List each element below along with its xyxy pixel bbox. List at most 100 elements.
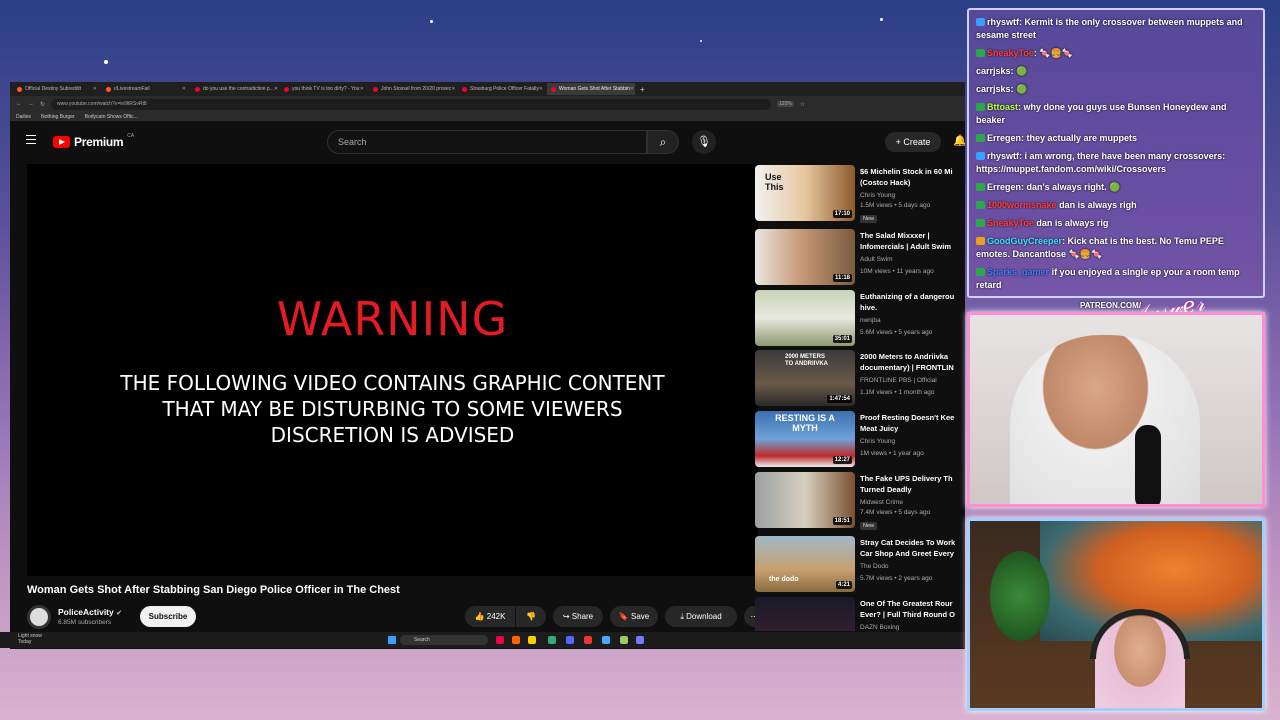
youtube-header: Premium CA Search ⌕ 🎙 + Create 🔔: [10, 124, 965, 160]
weather-widget[interactable]: Light snow Today: [18, 633, 42, 645]
taskbar-app-icon[interactable]: [636, 636, 644, 644]
forward-icon[interactable]: →: [28, 101, 34, 107]
browser-tab[interactable]: do you use the contradiction p... ✕: [191, 83, 279, 95]
channel-name[interactable]: nwnjba: [860, 317, 881, 324]
browser-tab[interactable]: Official Destiny Subreddit ✕: [13, 83, 101, 95]
youtube-logo[interactable]: Premium CA: [53, 133, 134, 149]
video-meta: 7.4M views • 5 days ago: [860, 509, 931, 516]
windows-start-icon[interactable]: [388, 636, 396, 644]
video-thumbnail[interactable]: the dodo 4:21: [755, 536, 855, 592]
video-duration: 4:21: [835, 581, 852, 589]
channel-name[interactable]: Chris Young: [860, 192, 895, 199]
browser-tab[interactable]: r/LivestreamFail ✕: [102, 83, 190, 95]
subscriber-badge-icon: [976, 134, 985, 142]
chat-username: carrjsks: [976, 66, 1011, 76]
search-icon[interactable]: ⌕: [647, 130, 679, 154]
video-thumbnail[interactable]: 2000 METERS TO ANDRIIVKA 1:47:54: [755, 350, 855, 406]
zoom-indicator[interactable]: 120%: [777, 101, 794, 107]
taskbar-app-icon[interactable]: [512, 636, 520, 644]
subscribe-button[interactable]: Subscribe: [140, 606, 196, 627]
verified-icon: ✔: [116, 610, 122, 617]
video-thumbnail[interactable]: 11:18: [755, 229, 855, 285]
video-thumbnail[interactable]: Use This 17:10: [755, 165, 855, 221]
bell-icon[interactable]: 🔔: [953, 134, 965, 147]
thumbs-down-icon: 👎: [526, 612, 536, 621]
channel-name[interactable]: Adult Swim: [860, 256, 893, 263]
stream-chat: rhyswtf: Kermit is the only crossover be…: [967, 8, 1265, 298]
tab-bar: Official Destiny Subreddit ✕ r/Livestream…: [10, 82, 965, 96]
download-icon: ⤓: [680, 612, 684, 621]
mic-icon[interactable]: 🎙: [692, 130, 716, 154]
taskbar-app-icon[interactable]: [548, 636, 556, 644]
download-button[interactable]: ⤓ Download: [665, 606, 737, 627]
chat-message: carrjsks: 🟢: [976, 66, 1028, 76]
reload-icon[interactable]: ↻: [40, 101, 45, 108]
video-title: The Fake UPS Delivery Th Turned Deadly: [860, 474, 953, 494]
bookmarks-bar: Dailies Nothing Burger Bodycam Shows Off…: [10, 112, 965, 122]
video-title: Stray Cat Decides To Work Car Shop And Gr…: [860, 538, 956, 558]
new-badge: New: [860, 215, 878, 223]
dislike-button[interactable]: 👎: [516, 606, 546, 627]
taskbar-app-icon[interactable]: [602, 636, 610, 644]
channel-name[interactable]: PoliceActivity ✔: [58, 607, 122, 617]
new-badge: New: [860, 522, 878, 530]
taskbar-app-icon[interactable]: [566, 636, 574, 644]
video-title: Woman Gets Shot After Stabbing San Diego…: [27, 584, 400, 596]
star-icon[interactable]: ☆: [800, 101, 805, 108]
chat-message: rhyswtf: i am wrong, there have been man…: [976, 151, 1226, 174]
video-duration: 18:51: [832, 517, 852, 525]
video-meta: 1.1M views • 1 month ago: [860, 389, 935, 396]
video-thumbnail[interactable]: 18:51: [755, 472, 855, 528]
youtube-play-icon: [53, 136, 70, 148]
bookmark[interactable]: Bodycam Shows Offic...: [85, 114, 138, 120]
bookmark[interactable]: Nothing Burger: [41, 114, 75, 120]
subscriber-badge-icon: [976, 152, 985, 160]
chat-username: Sparks_gamer: [987, 267, 1050, 277]
browser-tab[interactable]: Strasburg Police Officer Fatally ✕: [458, 83, 546, 95]
recommendation-item[interactable]: Use This 17:10 $6 Michelin Stock in 60 M…: [755, 165, 965, 223]
recommendation-item[interactable]: One Of The Greatest Rour Ever? | Full Thi…: [755, 597, 965, 631]
browser-tab[interactable]: John Stossel from 20/20 prosec ✕: [369, 83, 457, 95]
channel-avatar[interactable]: [27, 605, 51, 629]
share-button[interactable]: ↪ Share: [553, 606, 603, 627]
video-thumbnail[interactable]: [755, 597, 855, 631]
recommendation-item[interactable]: 35:01 Euthanizing of a dangerou hive. nwn…: [755, 290, 965, 347]
channel-name[interactable]: Chris Young: [860, 438, 895, 445]
taskbar-app-icon[interactable]: [528, 636, 536, 644]
recommendation-item[interactable]: RESTING IS A MYTH 12:27 Proof Resting Do…: [755, 411, 965, 468]
chat-username: Erregen: [987, 182, 1022, 192]
channel-name[interactable]: DAZN Boxing: [860, 624, 899, 631]
subscriber-badge-icon: [976, 201, 985, 209]
recommendation-item[interactable]: the dodo 4:21 Stray Cat Decides To Work C…: [755, 536, 965, 593]
video-thumbnail[interactable]: 35:01: [755, 290, 855, 346]
recommendation-item[interactable]: 11:18 The Salad Mixxxer | Infomercials | …: [755, 229, 965, 286]
channel-name[interactable]: FRONTLINE PBS | Official: [860, 377, 937, 384]
new-tab-icon[interactable]: +: [640, 85, 645, 94]
search-input[interactable]: Search: [327, 130, 647, 154]
video-meta: 1M views • 1 year ago: [860, 450, 924, 457]
taskbar-search[interactable]: Search: [400, 635, 488, 645]
warning-heading: WARNING: [276, 292, 509, 346]
bookmark[interactable]: Dailies: [16, 114, 31, 120]
taskbar-app-icon[interactable]: [620, 636, 628, 644]
menu-icon[interactable]: [26, 135, 36, 144]
video-player[interactable]: WARNING THE FOLLOWING VIDEO CONTAINS GRA…: [27, 164, 758, 576]
recommendation-item[interactable]: 18:51 The Fake UPS Delivery Th Turned Dea…: [755, 472, 965, 530]
plant: [990, 551, 1050, 641]
browser-tab[interactable]: you think TV is too dirty? - You ✕: [280, 83, 368, 95]
thumbnail-text: Use This: [765, 172, 784, 192]
warning-line: DISCRETION IS ADVISED: [270, 423, 515, 447]
save-button[interactable]: 🔖 Save: [610, 606, 658, 627]
browser-tab-active[interactable]: Woman Gets Shot After Stabbin ✕: [547, 83, 635, 95]
recommendation-item[interactable]: 2000 METERS TO ANDRIIVKA 1:47:54 2000 Me…: [755, 350, 965, 407]
channel-name[interactable]: The Dodo: [860, 563, 889, 570]
channel-name[interactable]: Midwest Crime: [860, 499, 903, 506]
taskbar-app-icon[interactable]: [584, 636, 592, 644]
back-icon[interactable]: ←: [16, 101, 22, 107]
taskbar-app-icon[interactable]: [496, 636, 504, 644]
create-button[interactable]: + Create: [885, 132, 941, 152]
video-thumbnail[interactable]: RESTING IS A MYTH 12:27: [755, 411, 855, 467]
url-input[interactable]: www.youtube.com/watch?v=ie9ltRSvRt8: [51, 98, 772, 110]
chat-message: Erregen: they actually are muppets: [976, 132, 1256, 145]
like-button[interactable]: 👍 242K: [465, 606, 515, 627]
